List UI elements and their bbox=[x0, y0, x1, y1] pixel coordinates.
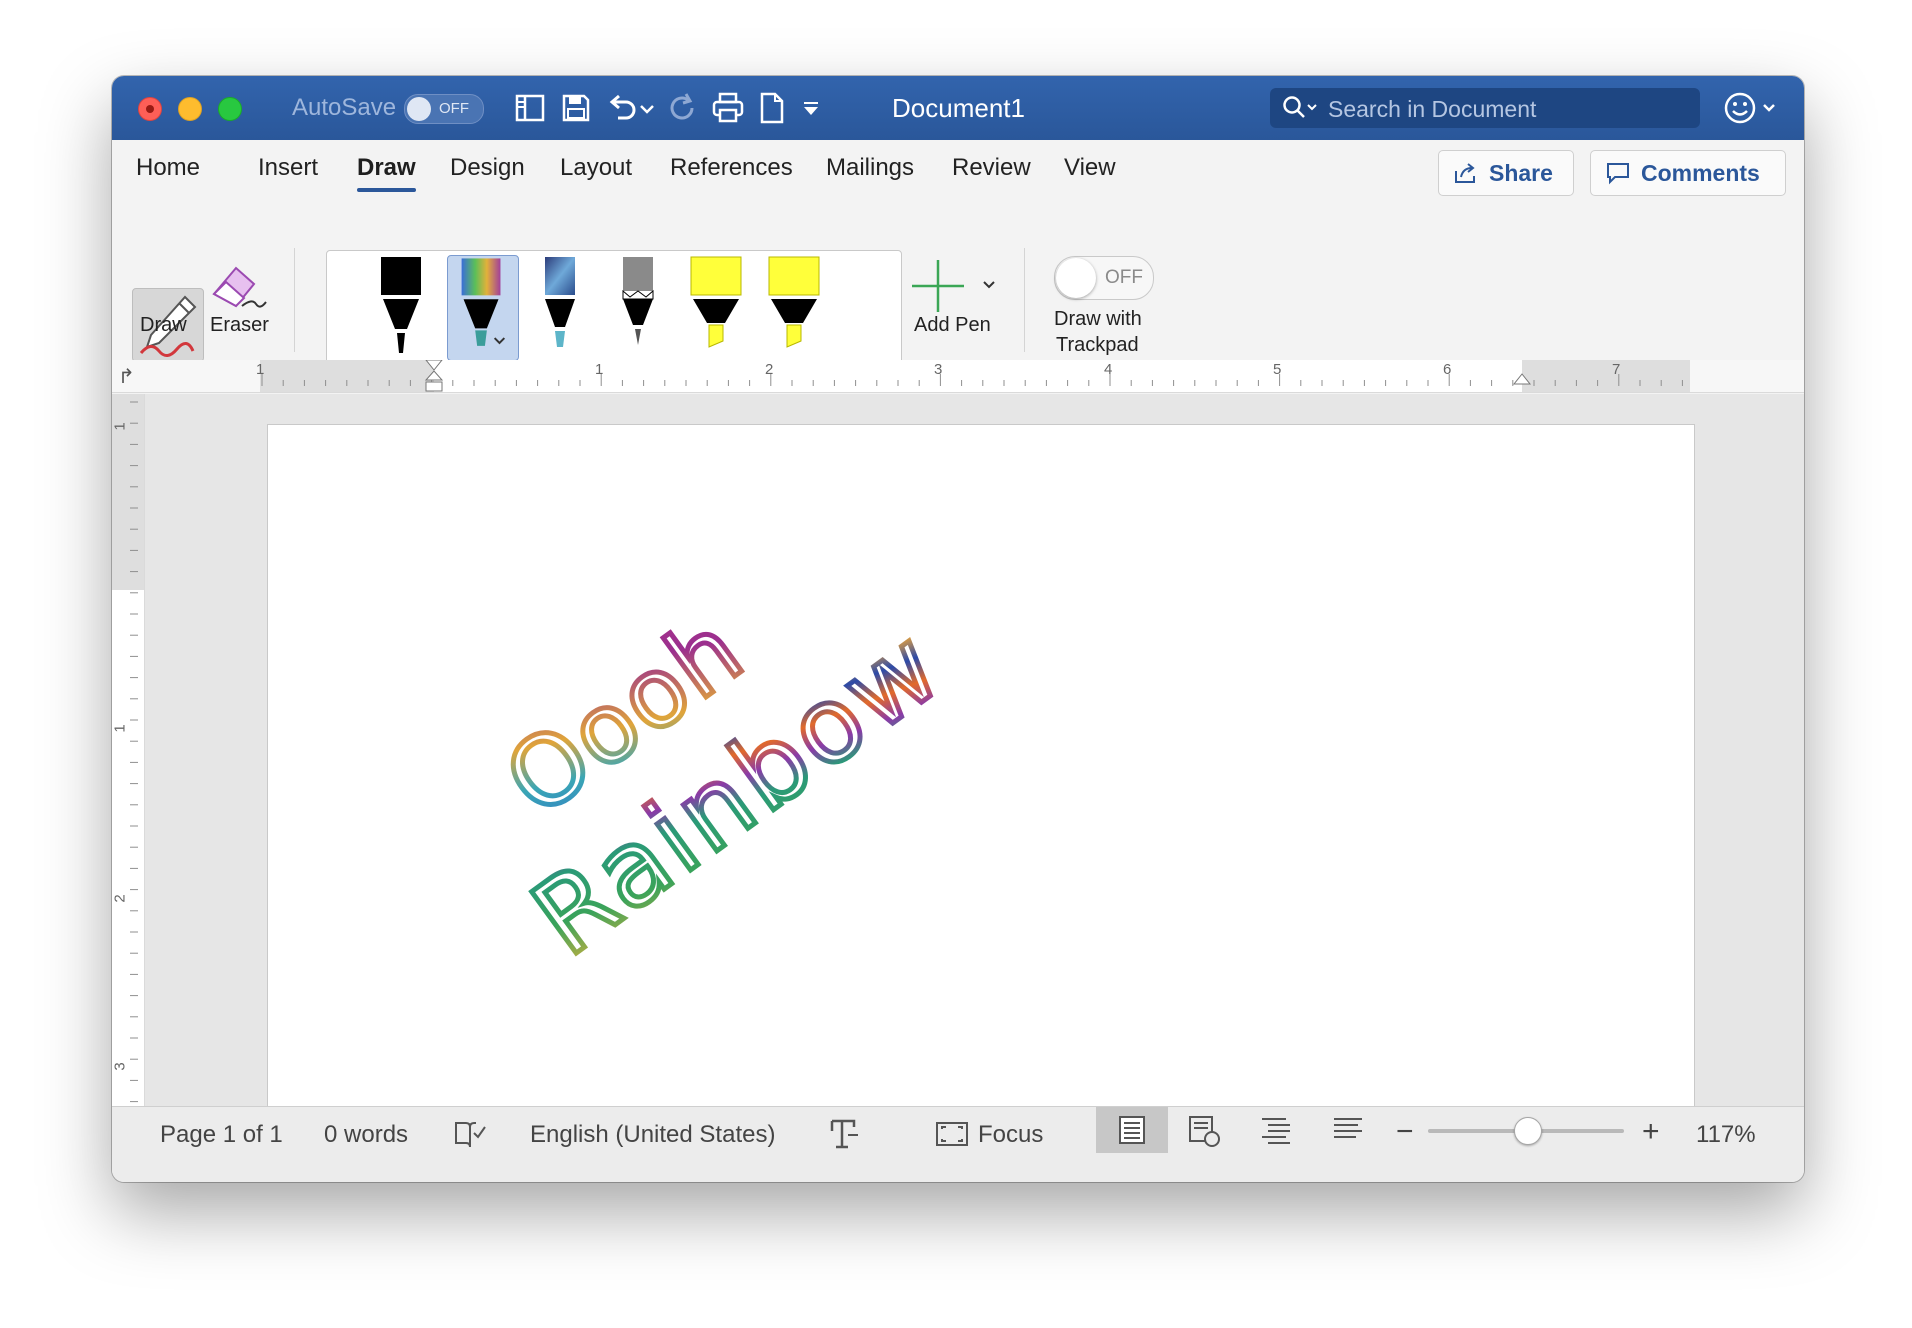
vruler-label: 1 bbox=[112, 422, 129, 431]
draw-with-trackpad-label-2: Trackpad bbox=[1056, 334, 1139, 356]
new-document-icon[interactable] bbox=[754, 90, 790, 126]
title-bar: AutoSave OFF Document1 Search in Documen… bbox=[112, 76, 1804, 140]
undo-dropdown-chevron-icon[interactable] bbox=[636, 90, 658, 126]
eraser-icon[interactable] bbox=[206, 256, 268, 312]
draft-icon bbox=[1334, 1118, 1362, 1138]
autosave-state: OFF bbox=[439, 100, 469, 117]
zoom-window-button[interactable] bbox=[218, 97, 242, 121]
print-layout-icon bbox=[1119, 1116, 1145, 1144]
accessibility-icon[interactable] bbox=[826, 1117, 862, 1151]
horizontal-ruler-scale bbox=[260, 360, 1690, 392]
vruler-label: 1 bbox=[112, 724, 129, 733]
rainbow-pen[interactable] bbox=[447, 255, 519, 361]
tab-layout[interactable]: Layout bbox=[560, 154, 632, 182]
zoom-out-button[interactable]: − bbox=[1396, 1115, 1414, 1149]
autosave-label: AutoSave bbox=[292, 94, 397, 121]
share-label: Share bbox=[1489, 160, 1553, 186]
document-title: Document1 bbox=[892, 93, 1025, 123]
close-window-button[interactable] bbox=[138, 97, 162, 121]
print-layout-view-button[interactable] bbox=[1096, 1107, 1168, 1153]
comment-icon bbox=[1607, 163, 1629, 185]
print-icon[interactable] bbox=[710, 90, 746, 126]
autosave-toggle[interactable]: OFF bbox=[404, 94, 484, 124]
galaxy-pen-icon[interactable] bbox=[525, 255, 595, 359]
share-icon bbox=[1455, 163, 1475, 183]
vertical-ruler-scale bbox=[112, 394, 144, 1106]
document-canvas: Oooh Rainbow bbox=[145, 394, 1804, 1146]
pen-gallery bbox=[326, 250, 902, 366]
vruler-label: 2 bbox=[112, 894, 129, 903]
hruler-label: 7 bbox=[1612, 361, 1621, 378]
zoom-slider-thumb[interactable] bbox=[1514, 1117, 1542, 1145]
yellow-highlighter-1-icon[interactable] bbox=[681, 255, 751, 359]
vruler-label: 3 bbox=[112, 1062, 129, 1071]
document-page[interactable]: Oooh Rainbow bbox=[267, 424, 1695, 1146]
horizontal-ruler: ↱ 1 1 2 3 4 5 6 7 bbox=[112, 360, 1804, 393]
add-pen-label: Add Pen bbox=[914, 314, 991, 336]
outline-icon bbox=[1262, 1118, 1290, 1144]
smiley-feedback-icon[interactable] bbox=[1722, 88, 1786, 128]
sidebar-panel-icon[interactable] bbox=[512, 90, 548, 126]
comments-button[interactable]: Comments bbox=[1590, 150, 1786, 196]
yellow-highlighter-2-icon[interactable] bbox=[759, 255, 829, 359]
customize-toolbar-icon[interactable] bbox=[798, 90, 824, 126]
pencil-icon[interactable] bbox=[603, 255, 673, 359]
rainbow-pen-icon bbox=[461, 258, 506, 346]
draw-with-trackpad-knob bbox=[1056, 258, 1096, 298]
hruler-label: 1 bbox=[256, 361, 265, 378]
undo-icon[interactable] bbox=[604, 90, 640, 126]
zoom-in-button[interactable]: + bbox=[1642, 1115, 1660, 1149]
focus-label[interactable]: Focus bbox=[978, 1121, 1043, 1149]
outline-view-button[interactable] bbox=[1240, 1107, 1312, 1153]
search-box[interactable] bbox=[1270, 88, 1700, 128]
hruler-label: 2 bbox=[765, 361, 774, 378]
search-input[interactable] bbox=[1326, 92, 1690, 126]
redo-icon[interactable] bbox=[664, 90, 700, 126]
word-window: AutoSave OFF Document1 Search in Documen… bbox=[112, 76, 1804, 1182]
word-count[interactable]: 0 words bbox=[324, 1121, 408, 1149]
black-pen-icon[interactable] bbox=[367, 255, 437, 359]
share-button[interactable]: Share bbox=[1438, 150, 1574, 196]
focus-icon[interactable] bbox=[934, 1117, 970, 1151]
minimize-window-button[interactable] bbox=[178, 97, 202, 121]
add-pen-icon[interactable] bbox=[908, 256, 1008, 314]
draw-with-trackpad-state: OFF bbox=[1105, 267, 1143, 288]
tab-references[interactable]: References bbox=[670, 154, 793, 182]
hruler-label: 3 bbox=[934, 361, 943, 378]
tab-review[interactable]: Review bbox=[952, 154, 1031, 182]
zoom-level[interactable]: 117% bbox=[1696, 1121, 1756, 1149]
tab-design[interactable]: Design bbox=[450, 154, 525, 182]
ribbon-separator bbox=[1024, 248, 1025, 352]
save-icon[interactable] bbox=[558, 90, 594, 126]
web-layout-view-button[interactable] bbox=[1168, 1107, 1240, 1153]
autosave-toggle-knob bbox=[407, 97, 431, 121]
hruler-label: 4 bbox=[1104, 361, 1113, 378]
language[interactable]: English (United States) bbox=[530, 1121, 775, 1149]
draft-view-button[interactable] bbox=[1312, 1107, 1384, 1153]
page-count[interactable]: Page 1 of 1 bbox=[160, 1121, 283, 1149]
hruler-label: 1 bbox=[595, 361, 604, 378]
ink-drawing[interactable]: Oooh Rainbow bbox=[268, 425, 1694, 1145]
eraser-label: Eraser bbox=[210, 314, 269, 336]
draw-with-trackpad-label-1: Draw with bbox=[1054, 308, 1142, 330]
tab-insert[interactable]: Insert bbox=[258, 154, 318, 182]
proofing-icon[interactable] bbox=[452, 1117, 488, 1151]
tab-mailings[interactable]: Mailings bbox=[826, 154, 914, 182]
hruler-label: 6 bbox=[1443, 361, 1452, 378]
ribbon-tabs: Home Insert Draw Design Layout Reference… bbox=[112, 140, 1804, 196]
tab-draw[interactable]: Draw bbox=[357, 154, 416, 192]
draw-ribbon: Draw Eraser Add Pen OFF Draw with Trackp… bbox=[112, 196, 1804, 366]
search-icon bbox=[1283, 96, 1317, 118]
status-bar: Page 1 of 1 0 words English (United Stat… bbox=[112, 1106, 1804, 1182]
hruler-label: 5 bbox=[1273, 361, 1282, 378]
vertical-ruler: 1 1 2 3 bbox=[112, 394, 145, 1106]
web-layout-icon bbox=[1189, 1116, 1220, 1147]
ribbon-separator bbox=[294, 248, 295, 352]
draw-tool-label: Draw bbox=[140, 314, 187, 336]
tab-view[interactable]: View bbox=[1064, 154, 1116, 182]
tab-home[interactable]: Home bbox=[136, 154, 200, 182]
draw-with-trackpad-toggle[interactable]: OFF bbox=[1054, 256, 1154, 300]
comments-label: Comments bbox=[1641, 160, 1760, 186]
